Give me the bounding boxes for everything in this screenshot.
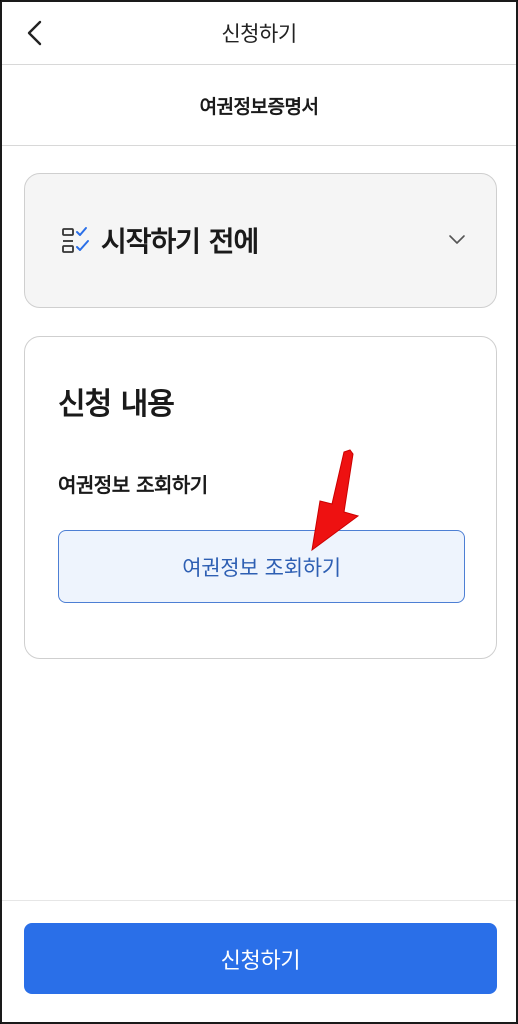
before-start-accordion[interactable]: 시작하기 전에 — [24, 173, 497, 308]
page-title: 신청하기 — [221, 22, 297, 46]
passport-lookup-label: 여권정보 조회하기 — [58, 473, 208, 497]
document-title-bar: 여권정보증명서 — [2, 65, 516, 146]
section-title: 신청 내용 — [58, 387, 175, 422]
top-app-bar: 신청하기 — [2, 2, 516, 65]
checklist-icon — [62, 227, 89, 253]
app-screen: 신청하기 여권정보증명서 시작하기 전에 신청 내용 여권정보 조회하기 여권정… — [0, 0, 518, 1024]
chevron-left-icon — [27, 20, 42, 46]
passport-lookup-button[interactable]: 여권정보 조회하기 — [58, 530, 465, 603]
red-arrow-pointer-icon — [311, 449, 360, 552]
document-title: 여권정보증명서 — [199, 95, 319, 118]
back-button[interactable] — [20, 18, 50, 48]
chevron-down-icon — [449, 235, 465, 244]
before-start-label: 시작하기 전에 — [101, 225, 259, 258]
footer-divider — [2, 900, 516, 901]
application-details-card: 신청 내용 여권정보 조회하기 여권정보 조회하기 — [24, 336, 497, 659]
submit-button[interactable]: 신청하기 — [24, 923, 497, 994]
